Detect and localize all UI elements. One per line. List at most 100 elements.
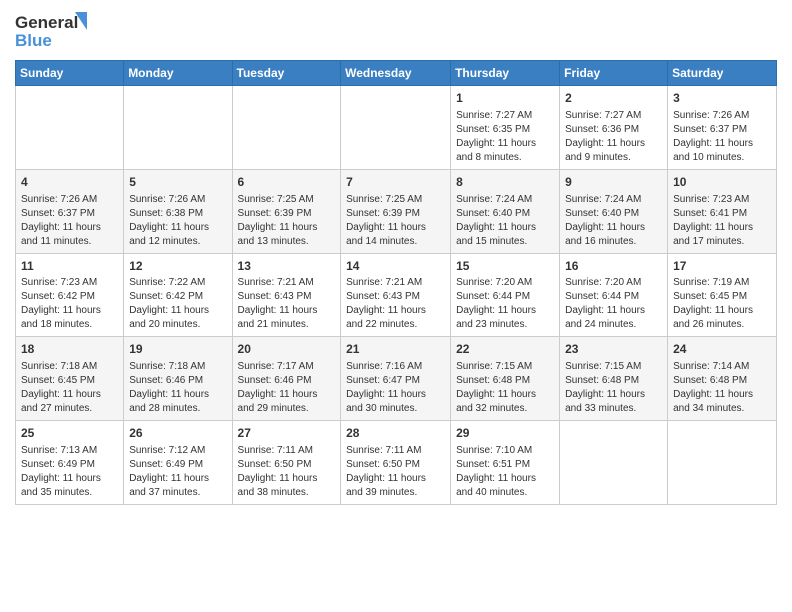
day-cell: 13Sunrise: 7:21 AM Sunset: 6:43 PM Dayli… [232, 253, 341, 337]
day-cell: 3 Sunrise: 7:26 AM Sunset: 6:37 PM Daylig… [668, 86, 777, 170]
day-number: 19 [129, 341, 226, 358]
day-cell: 7 Sunrise: 7:25 AM Sunset: 6:39 PM Daylig… [341, 169, 451, 253]
day-number: 3 [673, 90, 771, 107]
day-cell [341, 86, 451, 170]
day-info: Sunrise: 7:13 AM Sunset: 6:49 PM Dayligh… [21, 444, 118, 500]
day-cell: 24Sunrise: 7:14 AM Sunset: 6:48 PM Dayli… [668, 337, 777, 421]
day-info: Sunrise: 7:27 AM Sunset: 6:35 PM Dayligh… [456, 109, 554, 165]
day-number: 7 [346, 174, 445, 191]
weekday-thursday: Thursday [451, 61, 560, 86]
day-cell: 12Sunrise: 7:22 AM Sunset: 6:42 PM Dayli… [124, 253, 232, 337]
day-number: 15 [456, 258, 554, 275]
day-cell: 11Sunrise: 7:23 AM Sunset: 6:42 PM Dayli… [16, 253, 124, 337]
day-number: 26 [129, 425, 226, 442]
day-cell: 27 Sunrise: 7:11 AM Sunset: 6:50 PM Dayli… [232, 421, 341, 505]
day-cell: 29 Sunrise: 7:10 AM Sunset: 6:51 PM Dayli… [451, 421, 560, 505]
day-info: Sunrise: 7:18 AM Sunset: 6:45 PM Dayligh… [21, 360, 118, 416]
day-info: Sunrise: 7:24 AM Sunset: 6:40 PM Dayligh… [565, 193, 662, 249]
day-cell: 21 Sunrise: 7:16 AM Sunset: 6:47 PM Dayli… [341, 337, 451, 421]
day-info: Sunrise: 7:16 AM Sunset: 6:47 PM Dayligh… [346, 360, 445, 416]
day-cell: 9Sunrise: 7:24 AM Sunset: 6:40 PM Daylig… [560, 169, 668, 253]
day-cell: 22 Sunrise: 7:15 AM Sunset: 6:48 PM Dayli… [451, 337, 560, 421]
weekday-monday: Monday [124, 61, 232, 86]
day-number: 22 [456, 341, 554, 358]
logo-svg: GeneralBlue [15, 10, 90, 52]
day-number: 13 [238, 258, 336, 275]
day-number: 10 [673, 174, 771, 191]
day-cell: 23Sunrise: 7:15 AM Sunset: 6:48 PM Dayli… [560, 337, 668, 421]
day-number: 4 [21, 174, 118, 191]
day-number: 20 [238, 341, 336, 358]
weekday-saturday: Saturday [668, 61, 777, 86]
day-info: Sunrise: 7:26 AM Sunset: 6:37 PM Dayligh… [673, 109, 771, 165]
calendar-body: 1Sunrise: 7:27 AM Sunset: 6:35 PM Daylig… [16, 86, 777, 505]
weekday-sunday: Sunday [16, 61, 124, 86]
day-info: Sunrise: 7:27 AM Sunset: 6:36 PM Dayligh… [565, 109, 662, 165]
day-number: 29 [456, 425, 554, 442]
day-cell: 6 Sunrise: 7:25 AM Sunset: 6:39 PM Daylig… [232, 169, 341, 253]
day-info: Sunrise: 7:14 AM Sunset: 6:48 PM Dayligh… [673, 360, 771, 416]
day-cell: 5 Sunrise: 7:26 AM Sunset: 6:38 PM Daylig… [124, 169, 232, 253]
calendar-table: SundayMondayTuesdayWednesdayThursdayFrid… [15, 60, 777, 505]
day-cell: 15Sunrise: 7:20 AM Sunset: 6:44 PM Dayli… [451, 253, 560, 337]
day-info: Sunrise: 7:21 AM Sunset: 6:43 PM Dayligh… [346, 276, 445, 332]
week-row-1: 4 Sunrise: 7:26 AM Sunset: 6:37 PM Daylig… [16, 169, 777, 253]
week-row-0: 1Sunrise: 7:27 AM Sunset: 6:35 PM Daylig… [16, 86, 777, 170]
day-cell: 2 Sunrise: 7:27 AM Sunset: 6:36 PM Daylig… [560, 86, 668, 170]
day-number: 21 [346, 341, 445, 358]
day-cell: 17Sunrise: 7:19 AM Sunset: 6:45 PM Dayli… [668, 253, 777, 337]
day-info: Sunrise: 7:11 AM Sunset: 6:50 PM Dayligh… [346, 444, 445, 500]
day-number: 2 [565, 90, 662, 107]
day-info: Sunrise: 7:24 AM Sunset: 6:40 PM Dayligh… [456, 193, 554, 249]
day-number: 5 [129, 174, 226, 191]
weekday-tuesday: Tuesday [232, 61, 341, 86]
day-cell [124, 86, 232, 170]
weekday-friday: Friday [560, 61, 668, 86]
day-number: 16 [565, 258, 662, 275]
day-info: Sunrise: 7:11 AM Sunset: 6:50 PM Dayligh… [238, 444, 336, 500]
day-cell: 18 Sunrise: 7:18 AM Sunset: 6:45 PM Dayli… [16, 337, 124, 421]
day-cell [16, 86, 124, 170]
day-number: 14 [346, 258, 445, 275]
svg-text:General: General [15, 13, 78, 32]
day-info: Sunrise: 7:12 AM Sunset: 6:49 PM Dayligh… [129, 444, 226, 500]
day-cell: 8 Sunrise: 7:24 AM Sunset: 6:40 PM Daylig… [451, 169, 560, 253]
day-cell: 1Sunrise: 7:27 AM Sunset: 6:35 PM Daylig… [451, 86, 560, 170]
svg-text:Blue: Blue [15, 31, 52, 50]
day-info: Sunrise: 7:23 AM Sunset: 6:41 PM Dayligh… [673, 193, 771, 249]
day-cell [560, 421, 668, 505]
day-cell: 28 Sunrise: 7:11 AM Sunset: 6:50 PM Dayli… [341, 421, 451, 505]
day-cell: 25 Sunrise: 7:13 AM Sunset: 6:49 PM Dayli… [16, 421, 124, 505]
day-number: 23 [565, 341, 662, 358]
page: GeneralBlue SundayMondayTuesdayWednesday… [0, 0, 792, 612]
week-row-2: 11Sunrise: 7:23 AM Sunset: 6:42 PM Dayli… [16, 253, 777, 337]
day-info: Sunrise: 7:10 AM Sunset: 6:51 PM Dayligh… [456, 444, 554, 500]
day-info: Sunrise: 7:26 AM Sunset: 6:37 PM Dayligh… [21, 193, 118, 249]
day-info: Sunrise: 7:19 AM Sunset: 6:45 PM Dayligh… [673, 276, 771, 332]
day-number: 18 [21, 341, 118, 358]
day-cell: 16Sunrise: 7:20 AM Sunset: 6:44 PM Dayli… [560, 253, 668, 337]
day-info: Sunrise: 7:26 AM Sunset: 6:38 PM Dayligh… [129, 193, 226, 249]
day-number: 12 [129, 258, 226, 275]
day-number: 8 [456, 174, 554, 191]
day-info: Sunrise: 7:25 AM Sunset: 6:39 PM Dayligh… [238, 193, 336, 249]
day-cell: 4 Sunrise: 7:26 AM Sunset: 6:37 PM Daylig… [16, 169, 124, 253]
weekday-wednesday: Wednesday [341, 61, 451, 86]
day-info: Sunrise: 7:20 AM Sunset: 6:44 PM Dayligh… [565, 276, 662, 332]
day-number: 28 [346, 425, 445, 442]
day-cell: 19Sunrise: 7:18 AM Sunset: 6:46 PM Dayli… [124, 337, 232, 421]
day-number: 6 [238, 174, 336, 191]
week-row-3: 18 Sunrise: 7:18 AM Sunset: 6:45 PM Dayli… [16, 337, 777, 421]
day-info: Sunrise: 7:15 AM Sunset: 6:48 PM Dayligh… [456, 360, 554, 416]
day-number: 25 [21, 425, 118, 442]
weekday-header-row: SundayMondayTuesdayWednesdayThursdayFrid… [16, 61, 777, 86]
day-cell [668, 421, 777, 505]
day-info: Sunrise: 7:25 AM Sunset: 6:39 PM Dayligh… [346, 193, 445, 249]
header: GeneralBlue [15, 10, 777, 52]
day-cell: 20Sunrise: 7:17 AM Sunset: 6:46 PM Dayli… [232, 337, 341, 421]
day-number: 27 [238, 425, 336, 442]
logo: GeneralBlue [15, 10, 90, 52]
day-number: 11 [21, 258, 118, 275]
day-info: Sunrise: 7:22 AM Sunset: 6:42 PM Dayligh… [129, 276, 226, 332]
day-number: 17 [673, 258, 771, 275]
